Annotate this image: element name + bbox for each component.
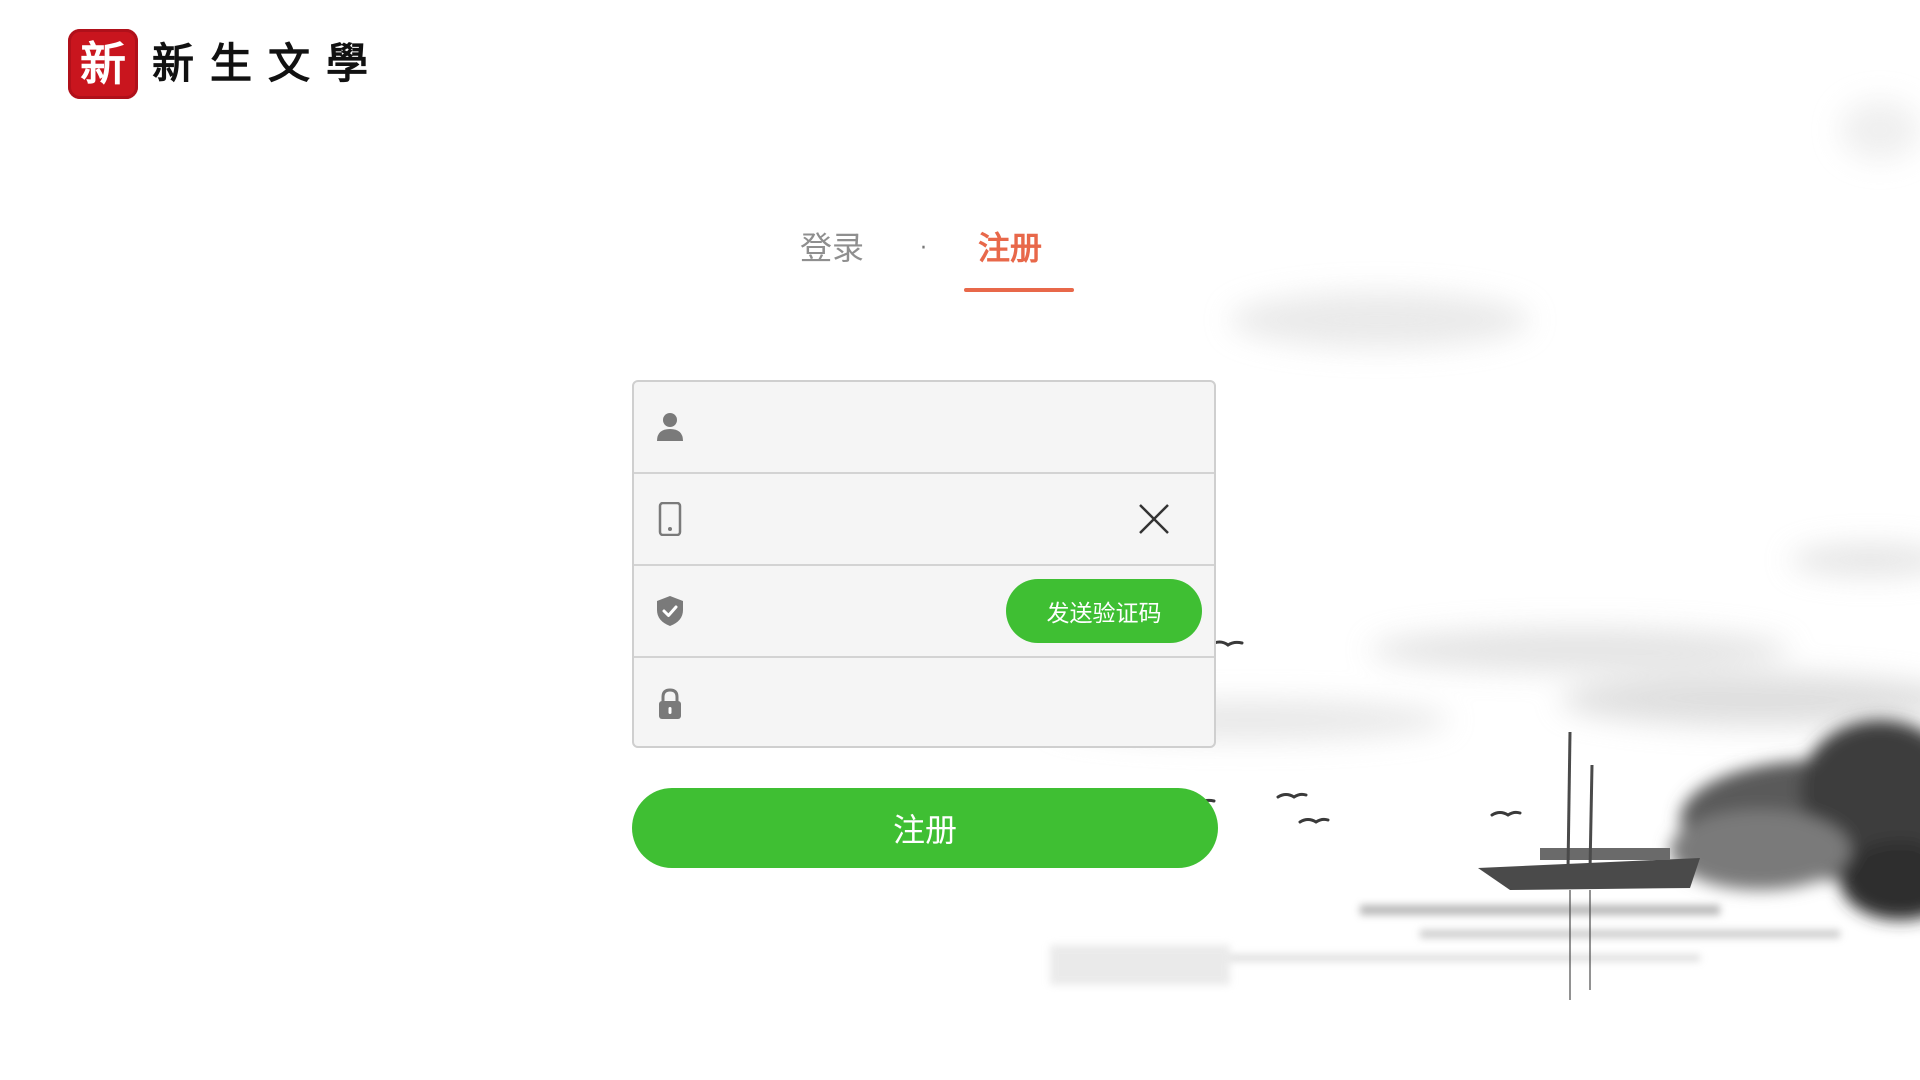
active-tab-indicator [964, 288, 1074, 292]
tab-register[interactable]: 注册 [978, 228, 1042, 268]
brand-name: 新生文學 [152, 39, 385, 88]
register-page: 新 新生文學 登录 · 注册 发送验证码 注册 [0, 0, 1920, 1080]
auth-tabs: 登录 · 注册 [780, 222, 1100, 292]
phone-input[interactable] [704, 494, 1074, 546]
phone-icon [654, 502, 686, 536]
brand-logo[interactable]: 新 新生文學 [68, 28, 384, 100]
lock-icon [654, 688, 686, 720]
seal-logo-char: 新 [80, 37, 126, 91]
register-form: 发送验证码 [632, 380, 1216, 748]
username-field [634, 382, 1214, 474]
password-field [634, 658, 1214, 746]
tab-login[interactable]: 登录 [800, 228, 864, 268]
password-input[interactable] [704, 678, 1074, 730]
close-icon[interactable] [1136, 501, 1172, 537]
seal-logo-icon: 新 [68, 29, 138, 99]
username-input[interactable] [704, 402, 1074, 454]
user-icon [654, 411, 686, 443]
shield-icon [654, 595, 686, 627]
phone-field [634, 474, 1214, 566]
send-code-button[interactable]: 发送验证码 [1006, 579, 1202, 643]
register-submit-button[interactable]: 注册 [632, 788, 1218, 868]
tab-separator: · [920, 236, 927, 261]
verification-code-field: 发送验证码 [634, 566, 1214, 658]
